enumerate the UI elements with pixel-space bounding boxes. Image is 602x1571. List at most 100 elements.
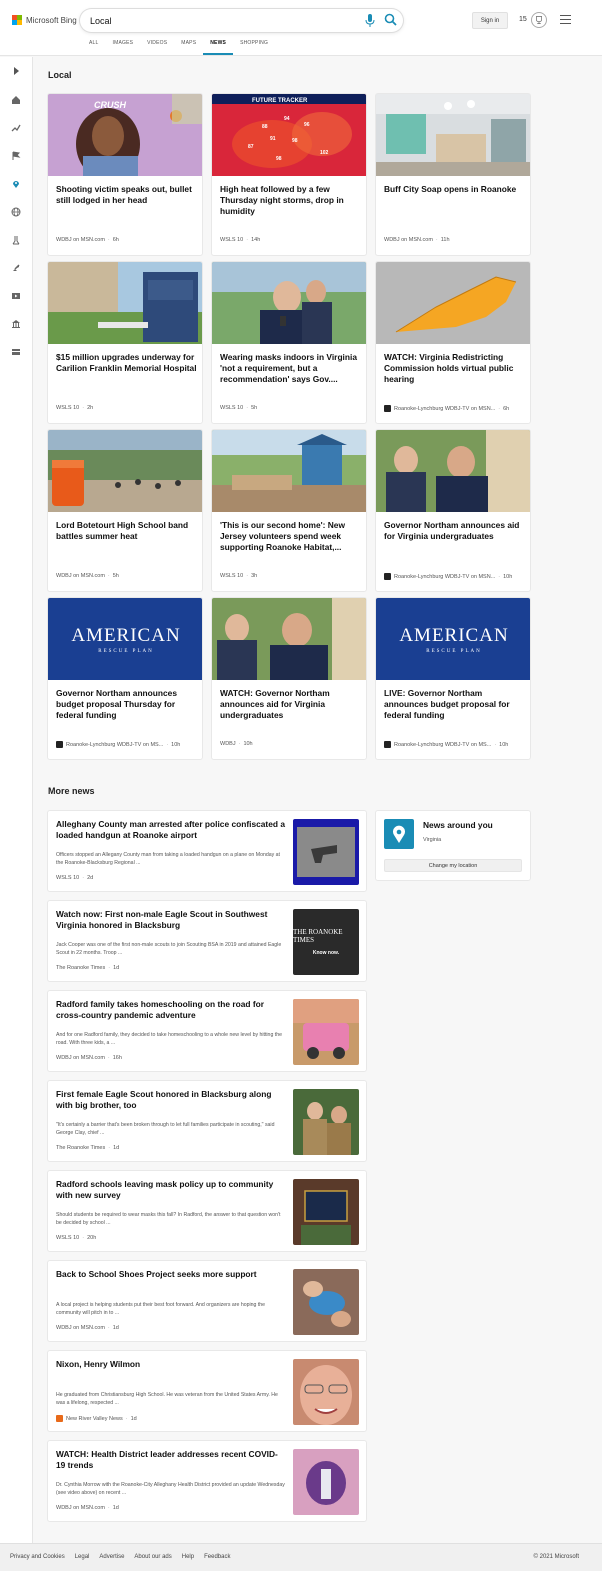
flag-icon[interactable] [11,151,21,161]
news-list-item[interactable]: WATCH: Health District leader addresses … [47,1440,367,1522]
news-card[interactable]: WATCH: Governor Northam announces aid fo… [211,597,367,760]
search-box[interactable] [80,9,403,32]
card-meta: WDBJ on MSN.com · 5h [56,573,119,579]
footer-link-about-ads[interactable]: About our ads [134,1554,171,1560]
news-thumbnail[interactable] [293,999,359,1065]
news-title[interactable]: Radford schools leaving mask policy up t… [56,1179,286,1201]
card-title[interactable]: WATCH: Virginia Redistricting Commission… [384,352,526,385]
rewards-points[interactable]: 15 [519,16,527,23]
card-meta: Roanoke-Lynchburg WDBJ-TV on MS... · 10h [56,741,180,748]
news-thumbnail[interactable] [293,1089,359,1155]
card-title[interactable]: $15 million upgrades underway for Carili… [56,352,198,374]
news-card[interactable]: Governor Northam announces aid for Virgi… [375,429,531,592]
logo-text: Microsoft Bing [26,15,77,25]
news-thumbnail[interactable] [293,1359,359,1425]
card-title[interactable]: WATCH: Governor Northam announces aid fo… [220,688,362,721]
footer-link-feedback[interactable]: Feedback [204,1554,230,1560]
svg-text:102: 102 [320,150,329,156]
card-title[interactable]: Lord Botetourt High School band battles … [56,520,198,542]
tab-shopping[interactable]: SHOPPING [233,40,275,55]
card-meta: WDBJ · 10h [220,741,253,747]
science-icon[interactable] [11,235,21,245]
source-logo-icon [384,573,391,580]
card-title[interactable]: LIVE: Governor Northam announces budget … [384,688,526,721]
news-title[interactable]: Back to School Shoes Project seeks more … [56,1269,286,1280]
card-meta: WDBJ on MSN.com · 6h [56,237,119,243]
tab-news[interactable]: NEWS [203,40,234,55]
news-title[interactable]: Nixon, Henry Wilmon [56,1359,286,1370]
search-icon[interactable] [384,13,397,26]
bing-logo[interactable]: Microsoft Bing [12,15,77,25]
home-icon[interactable] [11,95,21,105]
news-meta: WSLS 10 · 2d [56,875,94,881]
change-location-button[interactable]: Change my location [384,859,522,872]
expand-icon[interactable] [11,66,21,76]
news-title[interactable]: Radford family takes homeschooling on th… [56,999,286,1021]
news-title[interactable]: WATCH: Health District leader addresses … [56,1449,286,1471]
tab-all[interactable]: ALL [82,40,106,55]
news-card[interactable]: $15 million upgrades underway for Carili… [47,261,203,424]
news-title[interactable]: Watch now: First non-male Eagle Scout in… [56,909,286,931]
location-icon[interactable] [11,179,21,189]
footer-link-advertise[interactable]: Advertise [99,1554,124,1560]
globe-icon[interactable] [11,207,21,217]
news-list-item[interactable]: Alleghany County man arrested after poli… [47,810,367,892]
footer-link-legal[interactable]: Legal [75,1554,90,1560]
news-card[interactable]: Buff City Soap opens in Roanoke WDBJ on … [375,93,531,256]
microphone-icon[interactable] [365,14,375,27]
news-card[interactable]: CRUSH Shooting victim speaks out, bullet… [47,93,203,256]
news-title[interactable]: Alleghany County man arrested after poli… [56,819,286,841]
video-icon[interactable] [11,291,21,301]
news-list-item[interactable]: Nixon, Henry Wilmon He graduated from Ch… [47,1350,367,1432]
rewards-trophy-icon[interactable] [531,12,547,28]
source-logo-icon [56,741,63,748]
card-title[interactable]: Shooting victim speaks out, bullet still… [56,184,198,206]
card-title[interactable]: 'This is our second home': New Jersey vo… [220,520,362,553]
card-title[interactable]: Buff City Soap opens in Roanoke [384,184,526,195]
footer-link-privacy[interactable]: Privacy and Cookies [10,1554,65,1560]
sign-in-button[interactable]: Sign in [472,12,508,29]
copyright: © 2021 Microsoft [533,1554,579,1560]
card-icon[interactable] [11,347,21,357]
card-image: CRUSH [48,94,202,176]
news-thumbnail[interactable] [293,819,359,885]
news-card[interactable]: AMERICAN RESCUE PLAN LIVE: Governor North… [375,597,531,760]
card-title[interactable]: Governor Northam announces budget propos… [56,688,198,721]
card-title[interactable]: High heat followed by a few Thursday nig… [220,184,362,217]
card-image [212,598,366,680]
trending-icon[interactable] [11,123,21,133]
tab-videos[interactable]: VIDEOS [140,40,174,55]
news-card[interactable]: FUTURE TRACKER 88 94 96 87 91 98 102 98 High … [211,93,367,256]
tab-images[interactable]: IMAGES [106,40,141,55]
microsoft-logo-icon [12,15,22,25]
news-list-item[interactable]: Radford schools leaving mask policy up t… [47,1170,367,1252]
tab-maps[interactable]: MAPS [174,40,203,55]
news-list-item[interactable]: Radford family takes homeschooling on th… [47,990,367,1072]
news-list-item[interactable]: First female Eagle Scout honored in Blac… [47,1080,367,1162]
rocket-icon[interactable] [11,263,21,273]
news-list-item[interactable]: Watch now: First non-male Eagle Scout in… [47,900,367,982]
news-thumbnail[interactable]: THE ROANOKE TIMES Know now. [293,909,359,975]
footer-link-help[interactable]: Help [182,1554,194,1560]
bank-icon[interactable] [11,319,21,329]
news-card[interactable]: WATCH: Virginia Redistricting Commission… [375,261,531,424]
news-meta: New River Valley News · 1d [56,1415,137,1422]
news-title[interactable]: First female Eagle Scout honored in Blac… [56,1089,286,1111]
hamburger-menu-icon[interactable] [560,15,571,25]
news-list-item[interactable]: Back to School Shoes Project seeks more … [47,1260,367,1342]
card-title[interactable]: Wearing masks indoors in Virginia 'not a… [220,352,362,385]
category-sidebar [0,57,33,1543]
news-thumbnail[interactable] [293,1449,359,1515]
card-title[interactable]: Governor Northam announces aid for Virgi… [384,520,526,542]
search-input[interactable] [90,12,350,29]
news-card[interactable]: Wearing masks indoors in Virginia 'not a… [211,261,367,424]
news-thumbnail[interactable] [293,1269,359,1335]
news-thumbnail[interactable] [293,1179,359,1245]
arp-title: AMERICAN [399,624,509,646]
svg-text:87: 87 [248,144,254,150]
news-card[interactable]: 'This is our second home': New Jersey vo… [211,429,367,592]
card-image [48,430,202,512]
source-logo-icon [384,741,391,748]
news-card[interactable]: Lord Botetourt High School band battles … [47,429,203,592]
news-card[interactable]: AMERICAN RESCUE PLAN Governor Northam ann… [47,597,203,760]
